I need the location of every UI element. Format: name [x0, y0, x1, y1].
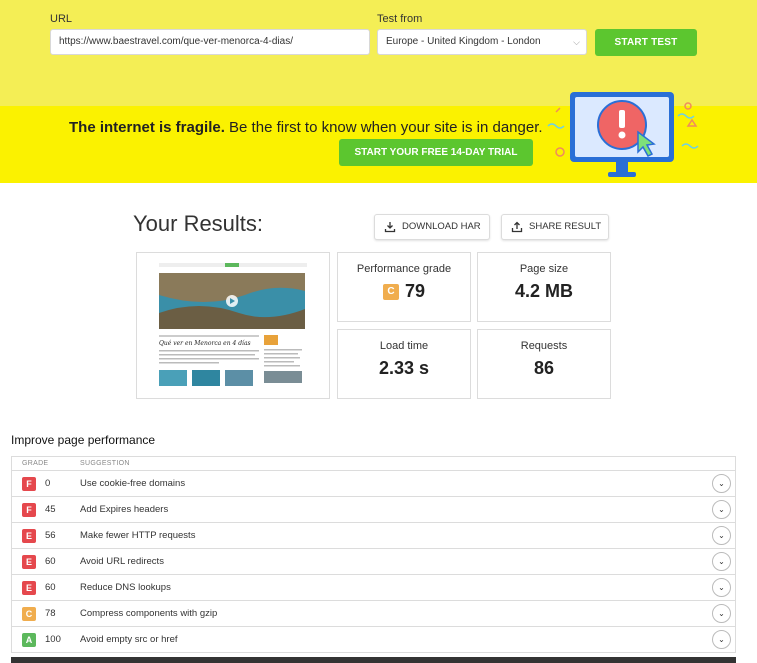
performance-grade-label: Performance grade — [356, 263, 452, 275]
table-row[interactable]: A 100 Avoid empty src or href ⌄ — [12, 627, 735, 653]
grade-badge: F — [22, 503, 36, 517]
page-screenshot-thumbnail: Qué ver en Menorca en 4 días — [136, 252, 330, 399]
column-header-suggestion: SUGGESTION — [80, 460, 130, 467]
suggestion-text: Add Expires headers — [80, 504, 169, 515]
performance-grade-card: Performance grade C 79 — [337, 252, 471, 322]
table-row[interactable]: E 60 Reduce DNS lookups ⌄ — [12, 575, 735, 601]
page-size-label: Page size — [519, 263, 569, 275]
grade-badge: C — [382, 284, 399, 300]
suggestion-text: Make fewer HTTP requests — [80, 530, 196, 541]
share-icon — [511, 221, 523, 233]
score-value: 100 — [45, 634, 61, 645]
table-body: F 0 Use cookie-free domains ⌄ F 45 Add Expires… — [12, 471, 735, 653]
score-value: 60 — [45, 582, 56, 593]
page-screenshot-image: Qué ver en Menorca en 4 días — [159, 263, 307, 386]
expand-chevron-icon[interactable]: ⌄ — [712, 552, 731, 571]
location-select[interactable]: Europe - United Kingdom - London ⌵ — [377, 29, 587, 55]
results-title: Your Results: — [133, 211, 264, 236]
banner-headline-rest: Be the first to know when your site is i… — [224, 119, 543, 136]
requests-card: Requests 86 — [477, 329, 611, 399]
table-row[interactable]: F 45 Add Expires headers ⌄ — [12, 497, 735, 523]
performance-grade-value: C 79 — [338, 281, 470, 302]
download-har-button[interactable]: DOWNLOAD HAR — [374, 214, 490, 240]
table-row[interactable]: E 56 Make fewer HTTP requests ⌄ — [12, 523, 735, 549]
start-test-button[interactable]: START TEST — [595, 29, 697, 56]
requests-value: 86 — [533, 358, 555, 378]
suggestion-text: Use cookie-free domains — [80, 478, 186, 489]
score-value: 78 — [45, 608, 56, 619]
share-result-label: SHARE RESULT — [529, 221, 602, 232]
location-label: Test from — [377, 13, 423, 25]
suggestion-text: Reduce DNS lookups — [80, 582, 171, 593]
column-header-grade: GRADE — [22, 460, 49, 467]
free-trial-button[interactable]: START YOUR FREE 14-DAY TRIAL — [339, 139, 533, 166]
download-icon — [384, 222, 396, 233]
load-time-value: 2.33 s — [378, 358, 430, 378]
thumbnail-article-title: Qué ver en Menorca en 4 días — [159, 340, 251, 347]
table-row[interactable]: C 78 Compress components with gzip ⌄ — [12, 601, 735, 627]
location-select-value: Europe - United Kingdom - London — [386, 36, 541, 47]
page-size-value: 4.2 MB — [514, 281, 574, 301]
expand-chevron-icon[interactable]: ⌄ — [712, 474, 731, 493]
score-value: 45 — [45, 504, 56, 515]
grade-badge: E — [22, 581, 36, 595]
suggestions-table: GRADE SUGGESTION F 0 Use cookie-free domai… — [11, 456, 736, 653]
load-time-card: Load time 2.33 s — [337, 329, 471, 399]
suggestion-text: Avoid URL redirects — [80, 556, 164, 567]
share-result-button[interactable]: SHARE RESULT — [501, 214, 609, 240]
expand-chevron-icon[interactable]: ⌄ — [712, 578, 731, 597]
expand-chevron-icon[interactable]: ⌄ — [712, 500, 731, 519]
improve-section-title: Improve page performance — [11, 433, 156, 447]
monitor-alert-illustration — [547, 92, 699, 177]
banner-headline-bold: The internet is fragile. — [69, 119, 225, 136]
expand-chevron-icon[interactable]: ⌄ — [712, 630, 731, 649]
download-har-label: DOWNLOAD HAR — [402, 221, 481, 232]
grade-badge: A — [22, 633, 36, 647]
expand-chevron-icon[interactable]: ⌄ — [712, 526, 731, 545]
expand-chevron-icon[interactable]: ⌄ — [712, 604, 731, 623]
load-time-label: Load time — [379, 340, 429, 352]
bottom-divider — [11, 657, 736, 663]
score-value: 60 — [45, 556, 56, 567]
grade-badge: E — [22, 529, 36, 543]
grade-badge: E — [22, 555, 36, 569]
grade-badge: C — [22, 607, 36, 621]
table-row[interactable]: E 60 Avoid URL redirects ⌄ — [12, 549, 735, 575]
grade-badge: F — [22, 477, 36, 491]
table-row[interactable]: F 0 Use cookie-free domains ⌄ — [12, 471, 735, 497]
score-value: 56 — [45, 530, 56, 541]
page-size-card: Page size 4.2 MB — [477, 252, 611, 322]
requests-label: Requests — [520, 340, 568, 352]
table-header: GRADE SUGGESTION — [12, 457, 735, 471]
performance-score: 79 — [404, 281, 426, 301]
url-label: URL — [50, 13, 73, 25]
suggestion-text: Avoid empty src or href — [80, 634, 178, 645]
score-value: 0 — [45, 478, 51, 489]
chevron-down-icon: ⌵ — [573, 37, 580, 47]
suggestion-text: Compress components with gzip — [80, 608, 218, 619]
banner-headline: The internet is fragile. Be the first to… — [69, 119, 543, 136]
url-input[interactable]: https://www.baestravel.com/que-ver-menor… — [50, 29, 370, 55]
